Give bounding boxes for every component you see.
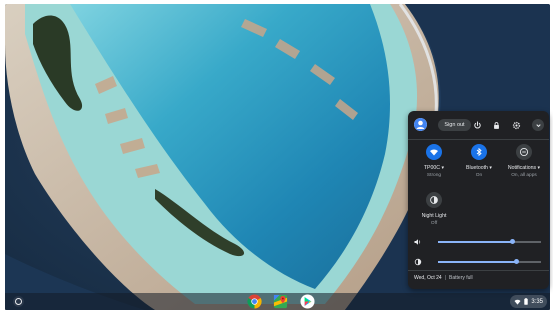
brightness-slider[interactable] (438, 259, 541, 264)
brightness-slider-thumb[interactable] (513, 259, 519, 264)
bluetooth-icon[interactable] (471, 144, 487, 160)
power-icon[interactable] (471, 119, 483, 131)
sign-out-button[interactable]: Sign out (438, 119, 471, 131)
chevron-down-icon[interactable] (532, 119, 544, 131)
network-tile-label: TP00C ▾ (423, 165, 445, 171)
launcher-button[interactable] (13, 296, 24, 307)
bluetooth-tile-status: On (475, 173, 483, 178)
launcher-circle-icon (15, 298, 22, 305)
brightness-slider-row (414, 257, 544, 267)
user-avatar-icon (414, 118, 427, 131)
volume-slider-thumb[interactable] (509, 239, 515, 244)
bluetooth-tile-label: Bluetooth ▾ (466, 165, 492, 171)
notifications-tile-status: On, all apps (511, 173, 537, 178)
gear-icon[interactable] (510, 119, 522, 131)
night-light-tile[interactable]: Night Light Off (414, 192, 454, 226)
network-tile-status: Strong (426, 173, 442, 178)
footer-separator: | (444, 275, 447, 281)
wifi-icon (514, 299, 521, 305)
notifications-tile[interactable]: Notifications ▾ On, all apps (504, 144, 544, 178)
avatar[interactable] (414, 118, 427, 131)
shelf: 3:35 (5, 293, 550, 310)
volume-slider-fill (438, 241, 513, 243)
header-divider (408, 139, 549, 140)
clock: 3:35 (531, 298, 543, 305)
tray-footer: Wed, Oct 24 | Battery full (414, 275, 473, 281)
battery-status-label: Battery full (449, 275, 473, 281)
chrome-icon[interactable] (247, 294, 262, 309)
night-light-tile-status: Off (430, 221, 438, 226)
brightness-slider-fill (438, 261, 517, 263)
wifi-icon[interactable] (426, 144, 442, 160)
volume-slider-row (414, 237, 544, 247)
bluetooth-tile[interactable]: Bluetooth ▾ On (459, 144, 499, 178)
footer-divider (408, 270, 549, 271)
maps-icon[interactable] (273, 294, 288, 309)
network-tile[interactable]: TP00C ▾ Strong (414, 144, 454, 178)
battery-icon (524, 298, 529, 305)
play-store-icon[interactable] (300, 294, 315, 309)
system-status-area[interactable]: 3:35 (510, 295, 547, 308)
quick-settings-tray: Sign out TP00C ▾ Strong Bluetooth ▾ On N… (408, 111, 549, 289)
night-light-tile-label: Night Light (421, 213, 447, 219)
lock-icon[interactable] (490, 119, 502, 131)
date-label[interactable]: Wed, Oct 24 (414, 275, 442, 281)
volume-slider[interactable] (438, 239, 541, 244)
volume-icon[interactable] (414, 238, 422, 246)
notifications-tile-label: Notifications ▾ (507, 165, 541, 171)
night-light-icon[interactable] (426, 192, 442, 208)
do-not-disturb-icon[interactable] (516, 144, 532, 160)
brightness-icon[interactable] (414, 258, 422, 266)
